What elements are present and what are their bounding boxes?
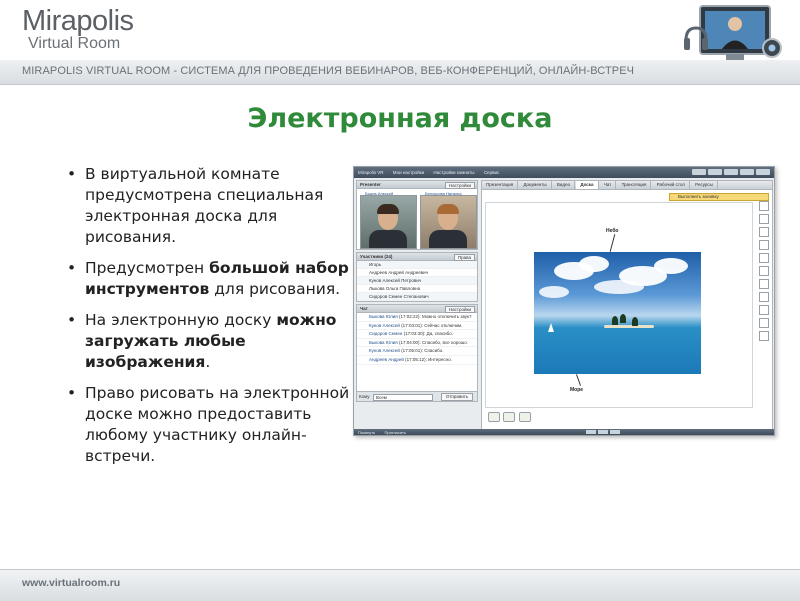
whiteboard-image: [534, 252, 701, 374]
redo-icon[interactable]: [503, 412, 516, 422]
logo-subtitle: Virtual Room: [28, 35, 121, 52]
bullet-text: .: [205, 353, 211, 371]
site-link[interactable]: www.virtualroom.ru: [22, 577, 120, 589]
tab-broadcast[interactable]: Трансляция: [618, 181, 652, 189]
chat-message: Быкова Юлия (17:04:00): Спасибо, все хор…: [357, 339, 477, 348]
line-tool-icon[interactable]: [759, 266, 769, 276]
sound-icon[interactable]: [610, 430, 620, 434]
text-tool-icon[interactable]: [759, 305, 769, 315]
list-item[interactable]: Сидоров Семен Степанович: [357, 293, 477, 301]
video-feed: Быков Алексей: [360, 191, 417, 249]
rectangle-tool-icon[interactable]: [759, 227, 769, 237]
menu-item[interactable]: Мои настройки: [393, 170, 424, 175]
pointer-tool-icon[interactable]: [759, 201, 769, 211]
camera-icon[interactable]: [598, 430, 608, 434]
chat-message: Кунов Алексей (17:03:01): Сейчас отключи…: [357, 322, 477, 331]
menu-item[interactable]: Настройки комнаты: [433, 170, 474, 175]
bullet-dot-icon: •: [67, 259, 77, 277]
color-tool-icon[interactable]: [759, 279, 769, 289]
user-tool-icon[interactable]: [759, 331, 769, 341]
tab-resources[interactable]: Ресурсы: [691, 181, 718, 189]
bullet-item: • Право рисовать на электронной доске мож…: [65, 383, 350, 467]
tab-chat[interactable]: Чат: [600, 181, 617, 189]
window-icon[interactable]: [518, 412, 531, 422]
send-button[interactable]: Отправить: [441, 393, 473, 401]
list-item[interactable]: Андреев Андрей Андреевич: [357, 269, 477, 277]
panel-header: Чат Настройки: [357, 305, 477, 313]
list-item[interactable]: Игорь: [357, 261, 477, 269]
chat-to-label: Кому: [359, 394, 370, 399]
logo-title: Mirapolis: [22, 5, 134, 37]
ellipse-tool-icon[interactable]: [759, 240, 769, 250]
left-column: Presenter Настройки Быков Алексей Белоусо…: [356, 180, 478, 430]
video-feed: Белоусова Наталья: [420, 191, 477, 249]
fill-tool-icon[interactable]: [759, 318, 769, 328]
speaker-name: Белоусова Наталья: [425, 191, 462, 196]
whiteboard-canvas[interactable]: Небо Море: [485, 202, 753, 408]
bullet-dot-icon: •: [67, 311, 77, 329]
tab-video[interactable]: Видео: [553, 181, 576, 189]
whiteboard-area: Презентация Документы Видео Доска Чат Тр…: [481, 180, 773, 432]
app-footer: Покинуть Пригласить: [354, 429, 774, 435]
bullet-text: В виртуальной комнате предусмотрена спец…: [85, 165, 324, 246]
speaker-name: Быков Алексей: [365, 191, 394, 196]
invite-button[interactable]: Пригласить: [384, 430, 405, 435]
pen-tool-icon[interactable]: [759, 214, 769, 224]
slide-title: Электронная доска: [247, 103, 553, 134]
chat-panel: Чат Настройки Быкова Юлия (17:02:22): Мож…: [356, 304, 478, 402]
chat-message: Андреев Андрей (17:05:12): Интересно.: [357, 356, 477, 365]
rights-button[interactable]: Права: [453, 254, 475, 261]
board-actions: [488, 412, 533, 423]
speakers-panel: Presenter Настройки Быков Алексей Белоусо…: [356, 180, 478, 250]
chat-input-bar: Кому Всем Отправить: [357, 391, 477, 401]
chat-settings-button[interactable]: Настройки: [444, 306, 475, 313]
media-controls: [586, 430, 622, 435]
list-item[interactable]: Лыкова Ольга Павловна: [357, 285, 477, 293]
status-icons: [690, 169, 770, 176]
bullet-text: для рисования.: [209, 280, 341, 298]
bullet-dot-icon: •: [67, 384, 77, 402]
menu-item[interactable]: Сервис: [484, 170, 499, 175]
list-item[interactable]: Кунов Алексей Петрович: [357, 277, 477, 285]
tab-bar: Презентация Документы Видео Доска Чат Тр…: [482, 181, 772, 190]
chat-message: Быкова Юлия (17:02:22): Можно отключить …: [357, 313, 477, 322]
bullet-text: Предусмотрен: [85, 259, 210, 277]
bullet-text: На электронную доску: [85, 311, 277, 329]
sky-label: Небо: [606, 228, 619, 234]
participants-panel: Участники (24) Права Игорь Андреев Андрей…: [356, 252, 478, 302]
drawing-toolbar: [759, 201, 769, 344]
triangle-tool-icon[interactable]: [759, 253, 769, 263]
recipient-select[interactable]: Всем: [373, 394, 433, 401]
brush-tool-icon[interactable]: [759, 292, 769, 302]
logo: Mirapolis Virtual Room: [22, 6, 134, 52]
tab-documents[interactable]: Документы: [519, 181, 552, 189]
app-menubar: Mirapolis VR Мои настройки Настройки ком…: [354, 167, 774, 178]
tagline: MIRAPOLIS VIRTUAL ROOM - СИСТЕМА ДЛЯ ПРО…: [22, 65, 635, 77]
bullet-item: • В виртуальной комнате предусмотрена спе…: [65, 164, 350, 248]
fill-notice[interactable]: Выполнить заливку: [669, 193, 769, 201]
bullet-text: Право рисовать на электронной доске можн…: [85, 384, 350, 465]
tab-desktop[interactable]: Рабочий стол: [653, 181, 690, 189]
settings-button[interactable]: Настройки: [444, 182, 475, 189]
panel-header: Участники (24) Права: [357, 253, 477, 261]
bullet-item: • На электронную доску можно загружать лю…: [65, 310, 350, 373]
sky-arrow: [609, 234, 616, 252]
virtual-room-screenshot: Mirapolis VR Мои настройки Настройки ком…: [353, 166, 775, 436]
sea-arrow: [575, 374, 582, 386]
chat-message: Сидоров Семен (17:03:30): Да, спасибо.: [357, 330, 477, 339]
menu-item[interactable]: Mirapolis VR: [358, 170, 384, 175]
tab-presentation[interactable]: Презентация: [482, 181, 519, 189]
mic-icon[interactable]: [586, 430, 596, 434]
leave-button[interactable]: Покинуть: [358, 430, 375, 435]
sea-label: Море: [570, 387, 584, 393]
panel-header: Presenter Настройки: [357, 181, 477, 189]
chat-message: Кунов Алексей (17:05:01): Спасибо.: [357, 347, 477, 356]
bullet-item: • Предусмотрен большой набор инструментов…: [65, 258, 350, 300]
bullet-dot-icon: •: [67, 165, 77, 183]
undo-icon[interactable]: [488, 412, 500, 422]
tab-whiteboard[interactable]: Доска: [576, 181, 599, 189]
bullet-list: • В виртуальной комнате предусмотрена спе…: [65, 164, 350, 477]
